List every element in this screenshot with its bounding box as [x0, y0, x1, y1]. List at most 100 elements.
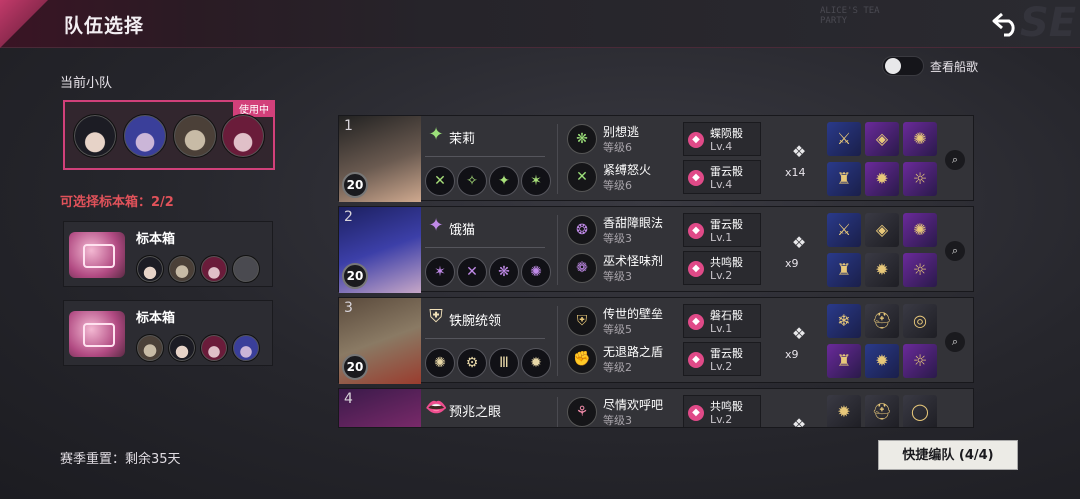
class-icon: ✦	[428, 215, 444, 236]
magnifier-icon[interactable]: ⌕	[945, 332, 965, 352]
die-icon: ◆	[688, 314, 704, 330]
skill-icon[interactable]: ✕	[425, 166, 455, 196]
sea-song-toggle[interactable]	[882, 56, 924, 76]
back-arrow-icon	[992, 12, 1015, 37]
equipment-slot[interactable]: ◎	[903, 304, 937, 338]
skill-icon[interactable]: ✧	[457, 166, 487, 196]
die-level: Lv.1	[710, 231, 733, 244]
specimen-box-icon	[69, 311, 125, 357]
skill-icon[interactable]: Ⅲ	[489, 348, 519, 378]
equipment-slot[interactable]: ✹	[827, 395, 861, 427]
trait-item[interactable]: ❂ 香甜障眼法 等级3	[565, 213, 683, 247]
trait-icon: ⛨	[567, 306, 597, 336]
die-item[interactable]: ◆ 雷云骰 Lv.4	[683, 160, 761, 194]
trait-level: 等级2	[603, 361, 632, 374]
current-squad-label: 当前小队	[60, 76, 113, 91]
equipment-slot[interactable]: ⚔	[827, 122, 861, 156]
rune-count: x14	[785, 166, 806, 179]
die-icon: ◆	[688, 261, 704, 277]
box-portrait	[168, 334, 196, 362]
equipment-slot[interactable]: ✺	[903, 213, 937, 247]
equipment-slot[interactable]: ♜	[827, 162, 861, 196]
divider	[557, 124, 558, 194]
equipment-slot[interactable]: ✹	[865, 253, 899, 287]
trait-item[interactable]: ✊ 无退路之盾 等级2	[565, 342, 683, 376]
top-bar: 队伍选择 ALICE'S TEA PARTY SE	[0, 0, 1080, 48]
trait-item[interactable]: ❁ 巫术怪味剂 等级3	[565, 251, 683, 285]
divider	[425, 247, 545, 248]
current-squad-card[interactable]: 使用中	[63, 100, 275, 170]
equipment-slot[interactable]: ⛑	[865, 395, 899, 427]
magnifier-icon[interactable]: ⌕	[945, 241, 965, 261]
equipment-slot[interactable]: ♜	[827, 253, 861, 287]
die-item[interactable]: ◆ 磐石骰 Lv.1	[683, 304, 761, 338]
specimen-box-icon	[69, 232, 125, 278]
decorative-text: ALICE'S TEA PARTY	[820, 6, 880, 26]
equipment-slot[interactable]: ◈	[865, 122, 899, 156]
hero-row-4[interactable]: 4 👄 预兆之眼 ⚘ 尽情欢呼吧 等级3 ◆ 共鸣骰 Lv.2 ❖ ✹ ⛑ ◯	[338, 388, 974, 428]
equipment-slot[interactable]: ☼	[903, 162, 937, 196]
trait-item[interactable]: ⛨ 传世的壁垒 等级5	[565, 304, 683, 338]
specimen-box-2[interactable]: 标本箱	[63, 300, 273, 366]
back-button[interactable]	[990, 10, 1022, 38]
equipment-slot[interactable]: ◯	[903, 395, 937, 427]
equipment-slot[interactable]: ☼	[903, 344, 937, 378]
die-item[interactable]: ◆ 蝶陨骰 Lv.4	[683, 122, 761, 156]
hero-index: 1	[344, 118, 353, 134]
die-level: Lv.1	[710, 322, 733, 335]
equipment-slot[interactable]: ☼	[903, 253, 937, 287]
die-item[interactable]: ◆ 雷云骰 Lv.1	[683, 213, 761, 247]
skill-icon[interactable]: ✶	[521, 166, 551, 196]
trait-item[interactable]: ❋ 别想逃 等级6	[565, 122, 683, 156]
skill-icon[interactable]: ✺	[425, 348, 455, 378]
hero-index: 2	[344, 209, 353, 225]
die-item[interactable]: ◆ 共鸣骰 Lv.2	[683, 395, 761, 427]
divider	[557, 397, 558, 427]
die-item[interactable]: ◆ 共鸣骰 Lv.2	[683, 251, 761, 285]
quick-team-edit-button[interactable]: 快捷编队 (4/4)	[878, 440, 1018, 470]
trait-icon: ✕	[567, 162, 597, 192]
skill-icon[interactable]: ✦	[489, 166, 519, 196]
hero-name: 饿猫	[449, 223, 476, 238]
magnifier-icon[interactable]: ⌕	[945, 150, 965, 170]
hero-index: 3	[344, 300, 353, 316]
equipment-grid: ⚔ ◈ ✺ ♜ ✹ ☼	[827, 122, 937, 198]
die-item[interactable]: ◆ 雷云骰 Lv.2	[683, 342, 761, 376]
trait-icon: ⚘	[567, 397, 597, 427]
hero-row-1[interactable]: 1 20 ✦ 茉莉 ✕ ✧ ✦ ✶ ❋ 别想逃 等级6 ✕ 紧缚怒火 等级6 ◆…	[338, 115, 974, 202]
die-name: 雷云骰	[710, 347, 743, 360]
equipment-slot[interactable]: ⛑	[865, 304, 899, 338]
equipment-slot[interactable]: ✺	[903, 122, 937, 156]
specimen-box-title: 标本箱	[136, 232, 176, 247]
equipment-slot[interactable]: ⚔	[827, 213, 861, 247]
skill-icon[interactable]: ✕	[457, 257, 487, 287]
equipment-slot[interactable]: ◈	[865, 213, 899, 247]
hero-index: 4	[344, 391, 353, 407]
die-icon: ◆	[688, 170, 704, 186]
equipment-slot[interactable]: ❄	[827, 304, 861, 338]
die-level: Lv.2	[710, 360, 733, 373]
trait-name: 别想逃	[603, 125, 640, 139]
equipment-grid: ❄ ⛑ ◎ ♜ ✹ ☼	[827, 304, 937, 380]
class-icon: ⛨	[429, 306, 443, 327]
equipment-slot[interactable]: ♜	[827, 344, 861, 378]
equipment-slot[interactable]: ✹	[865, 162, 899, 196]
specimen-box-1[interactable]: 标本箱	[63, 221, 273, 287]
skill-icon[interactable]: ✺	[521, 257, 551, 287]
corner-accent	[0, 0, 48, 48]
toggle-knob	[885, 58, 901, 74]
hero-row-2[interactable]: 2 20 ✦ 饿猫 ✶ ✕ ❋ ✺ ❂ 香甜障眼法 等级3 ❁ 巫术怪味剂 等级…	[338, 206, 974, 293]
squad-portrait-cat	[123, 114, 167, 158]
skill-icon[interactable]: ✹	[521, 348, 551, 378]
skill-icon[interactable]: ⚙	[457, 348, 487, 378]
die-icon: ◆	[688, 405, 704, 421]
die-name: 磐石骰	[710, 309, 743, 322]
hero-name: 茉莉	[449, 132, 476, 147]
box-portrait	[232, 334, 260, 362]
trait-item[interactable]: ✕ 紧缚怒火 等级6	[565, 160, 683, 194]
equipment-slot[interactable]: ✹	[865, 344, 899, 378]
hero-row-3[interactable]: 3 20 ⛨ 铁腕统领 ✺ ⚙ Ⅲ ✹ ⛨ 传世的壁垒 等级5 ✊ 无退路之盾 …	[338, 297, 974, 384]
trait-item[interactable]: ⚘ 尽情欢呼吧 等级3	[565, 395, 683, 427]
skill-icon[interactable]: ❋	[489, 257, 519, 287]
skill-icon[interactable]: ✶	[425, 257, 455, 287]
